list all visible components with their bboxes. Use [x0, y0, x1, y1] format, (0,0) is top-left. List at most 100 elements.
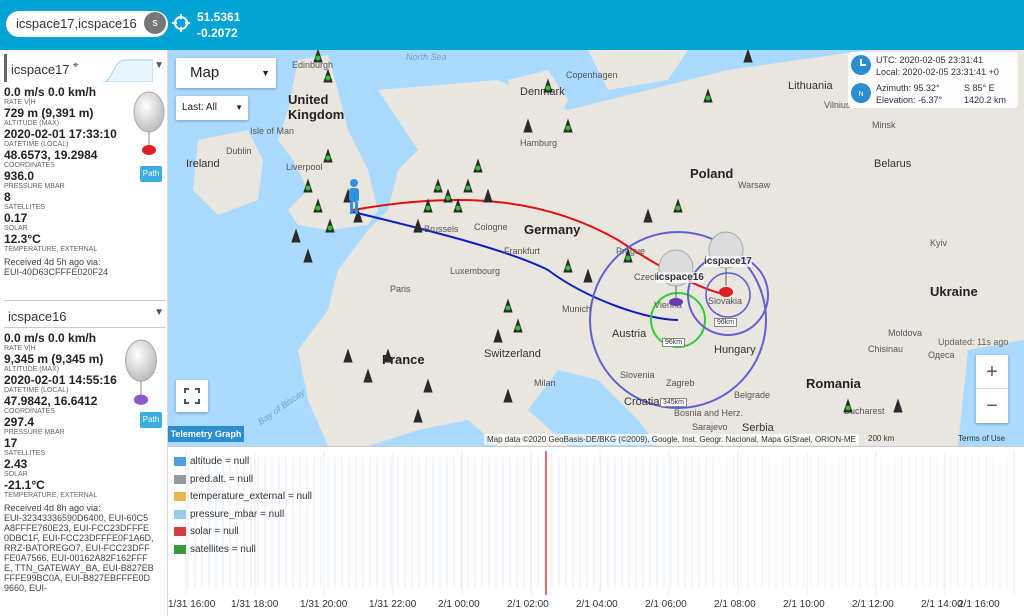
fullscreen-button[interactable] — [176, 380, 208, 412]
legend-item[interactable]: satellites = null — [174, 541, 312, 559]
map-view[interactable]: North Sea Edinburgh United Kingdom Isle … — [168, 50, 1024, 446]
legend-label: pressure_mbar = null — [190, 508, 285, 520]
zoom-in-button[interactable]: + — [976, 355, 1008, 389]
crosshair-icon[interactable] — [172, 14, 190, 32]
legend-swatch — [174, 527, 186, 537]
legend-swatch — [174, 544, 186, 554]
x-tick-label: 2/1 00:00 — [438, 599, 480, 610]
legend-item[interactable]: pred.alt. = null — [174, 471, 312, 489]
balloon-icspace17-label: icspace17 — [704, 256, 752, 267]
temperature-label: TEMPERATURE, EXTERNAL — [4, 246, 98, 253]
local-time: Local: 2020-02-05 23:31:41 +0 — [876, 67, 999, 77]
x-tick-label: 2/1 10:00 — [783, 599, 825, 610]
svg-text:N: N — [858, 91, 863, 98]
x-tick-label: 2/1 02:00 — [507, 599, 549, 610]
caret-down-icon: ▼ — [261, 68, 270, 78]
temperature-label: TEMPERATURE, EXTERNAL — [4, 492, 98, 499]
x-tick-label: 2/1 08:00 — [714, 599, 756, 610]
last-filter-label: Last: All — [182, 102, 218, 113]
legend-item[interactable]: altitude = null — [174, 453, 312, 471]
range-label-96km: 96km — [662, 338, 686, 347]
x-tick-label: 1/31 16:00 — [168, 599, 216, 610]
map-attribution: Map data ©2020 GeoBasis-DE/BKG (©2009), … — [484, 434, 859, 445]
sidebar-tab-icspace16[interactable]: icspace16 ▼ — [4, 300, 166, 328]
telemetry-graph-tab[interactable]: Telemetry Graph — [168, 426, 244, 442]
azimuth: Azimuth: 95.32° — [876, 83, 940, 93]
gateway-markers — [291, 50, 903, 423]
solar-value: 0.17 — [4, 211, 28, 225]
satellites-label: SATELLITES — [4, 204, 46, 211]
x-tick-label: 1/31 20:00 — [300, 599, 348, 610]
top-bar: icspace17,icspace16 s 51.5361 -0.2072 — [0, 0, 1024, 50]
solar-value: 2.43 — [4, 457, 28, 471]
path-button[interactable]: Path — [140, 166, 162, 182]
legend-swatch — [174, 509, 186, 519]
balloon-icspace16-label: icspace16 — [656, 272, 704, 283]
satellites-value: 8 — [4, 190, 11, 204]
pressure-label: PRESSURE MBAR — [4, 429, 65, 436]
search-button[interactable]: s — [144, 12, 166, 34]
position-readout: 51.5361 -0.2072 — [197, 9, 240, 41]
card-name: icspace17 — [11, 62, 70, 77]
legend-swatch — [174, 474, 186, 484]
received-via: EUI-32343336590D6400, EUI-60C5A8FFFE760E… — [4, 513, 154, 593]
x-tick-label: 2/1 12:00 — [852, 599, 894, 610]
path-button[interactable]: Path — [140, 412, 162, 428]
range-label-345km: 345km — [660, 398, 688, 407]
fullscreen-icon — [184, 388, 200, 404]
received-via: EUI-40D63CFFFE020F24 — [4, 267, 109, 277]
legend-swatch — [174, 457, 186, 467]
card-name: icspace16 — [8, 309, 67, 324]
terms-link[interactable]: Terms of Use — [958, 434, 1005, 443]
balloon-card-icspace16: 0.0 m/s 0.0 km/h RATE V|H 9,345 m (9,345… — [4, 332, 166, 593]
x-tick-label: 2/1 06:00 — [645, 599, 687, 610]
longitude: -0.2072 — [197, 26, 238, 40]
tab-curve-icon — [103, 59, 153, 82]
target-icon[interactable]: ⌖ — [73, 60, 79, 71]
satellites-label: SATELLITES — [4, 450, 46, 457]
last-filter-select[interactable]: Last: All ▼ — [176, 96, 248, 120]
x-tick-label: 2/1 04:00 — [576, 599, 618, 610]
zoom-control: + − — [976, 355, 1008, 423]
temperature-value: 12.3°C — [4, 232, 41, 246]
elevation: Elevation: -6.37° — [876, 95, 943, 105]
telemetry-legend: altitude = null pred.alt. = null tempera… — [174, 453, 312, 558]
legend-swatch — [174, 492, 186, 502]
range-label-96km-b: 96km — [714, 318, 738, 327]
received-text: Received 4d 8h ago via: — [4, 503, 101, 513]
map-scale: 200 km — [868, 434, 895, 443]
pressure-label: PRESSURE MBAR — [4, 183, 65, 190]
legend-item[interactable]: temperature_external = null — [174, 488, 312, 506]
updated-text: Updated: 11s ago — [938, 337, 1009, 347]
azimuth-direction: S 85° E — [964, 83, 995, 93]
time-panel: UTC: 2020-02-05 23:31:41 Local: 2020-02-… — [848, 52, 1018, 108]
antenna-icons — [291, 50, 903, 423]
legend-label: satellites = null — [190, 543, 256, 555]
received-text: Received 4d 5h ago via: — [4, 257, 101, 267]
distance: 1420.2 km — [964, 95, 1007, 105]
balloon-icon — [125, 339, 157, 405]
legend-label: solar = null — [190, 526, 239, 538]
telemetry-graph[interactable]: altitude = null pred.alt. = null tempera… — [168, 446, 1024, 616]
x-tick-label: 2/1 16:00 — [958, 599, 1000, 610]
balloon-card-icspace17: 0.0 m/s 0.0 km/h RATE V|H 729 m (9,391 m… — [4, 86, 166, 277]
legend-label: pred.alt. = null — [190, 473, 254, 485]
caret-down-icon: ▼ — [235, 103, 243, 112]
utc-time: UTC: 2020-02-05 23:31:41 — [876, 55, 984, 65]
balloon-icon — [133, 91, 165, 155]
latitude: 51.5361 — [197, 10, 241, 24]
legend-label: altitude = null — [190, 456, 250, 468]
chevron-down-icon[interactable]: ▼ — [154, 60, 164, 71]
sidebar: icspace17 ⌖ ▼ 0.0 m/s 0.0 km/h RATE V|H … — [0, 50, 168, 616]
clock-icon — [851, 55, 871, 75]
x-tick-label: 2/1 14:00 — [921, 599, 963, 610]
map-type-select[interactable]: Map ▼ — [176, 58, 276, 88]
chevron-down-icon[interactable]: ▼ — [154, 307, 164, 318]
x-tick-label: 1/31 18:00 — [231, 599, 279, 610]
sidebar-tab-icspace17[interactable]: icspace17 ⌖ ▼ — [4, 54, 166, 82]
legend-item[interactable]: pressure_mbar = null — [174, 506, 312, 524]
legend-item[interactable]: solar = null — [174, 523, 312, 541]
map-type-label: Map — [190, 64, 220, 81]
receiver-person-icon[interactable] — [346, 178, 362, 216]
zoom-out-button[interactable]: − — [976, 389, 1008, 423]
